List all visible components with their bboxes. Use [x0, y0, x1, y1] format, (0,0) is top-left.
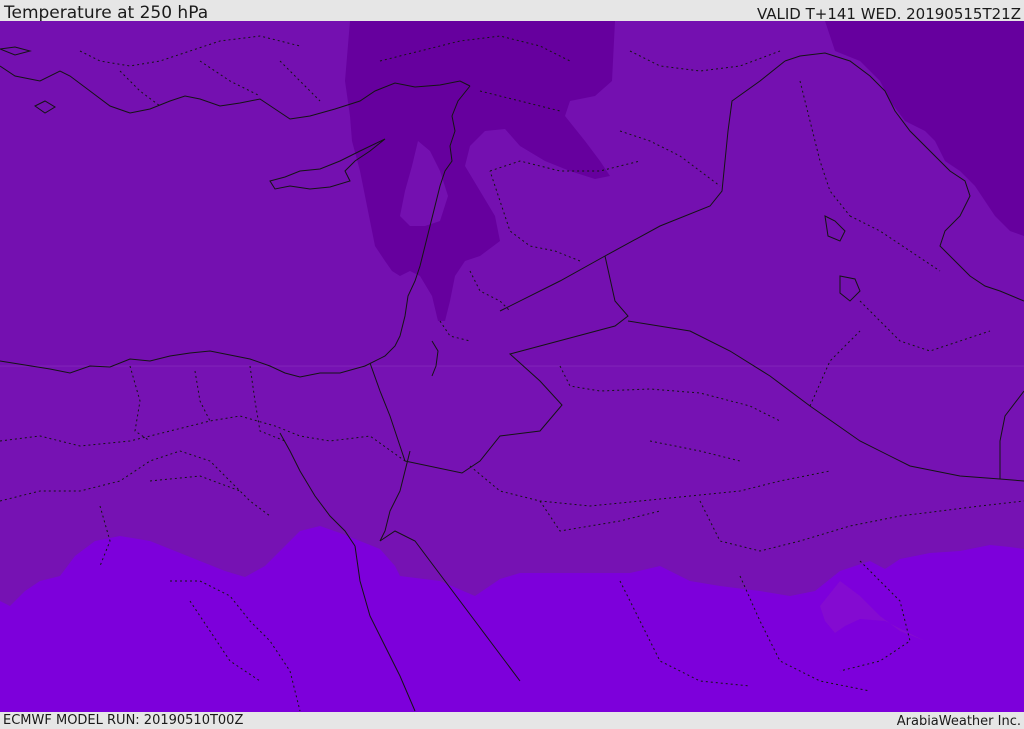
header-bar: Temperature at 250 hPa VALID T+141 WED. …	[0, 0, 1024, 23]
credit-label: ArabiaWeather Inc.	[896, 714, 1021, 729]
temperature-map[interactable]	[0, 21, 1024, 712]
footer-bar: ECMWF MODEL RUN: 20190510T00Z ArabiaWeat…	[0, 712, 1024, 729]
map-title: Temperature at 250 hPa	[4, 3, 209, 23]
model-run-label: ECMWF MODEL RUN: 20190510T00Z	[3, 713, 244, 728]
